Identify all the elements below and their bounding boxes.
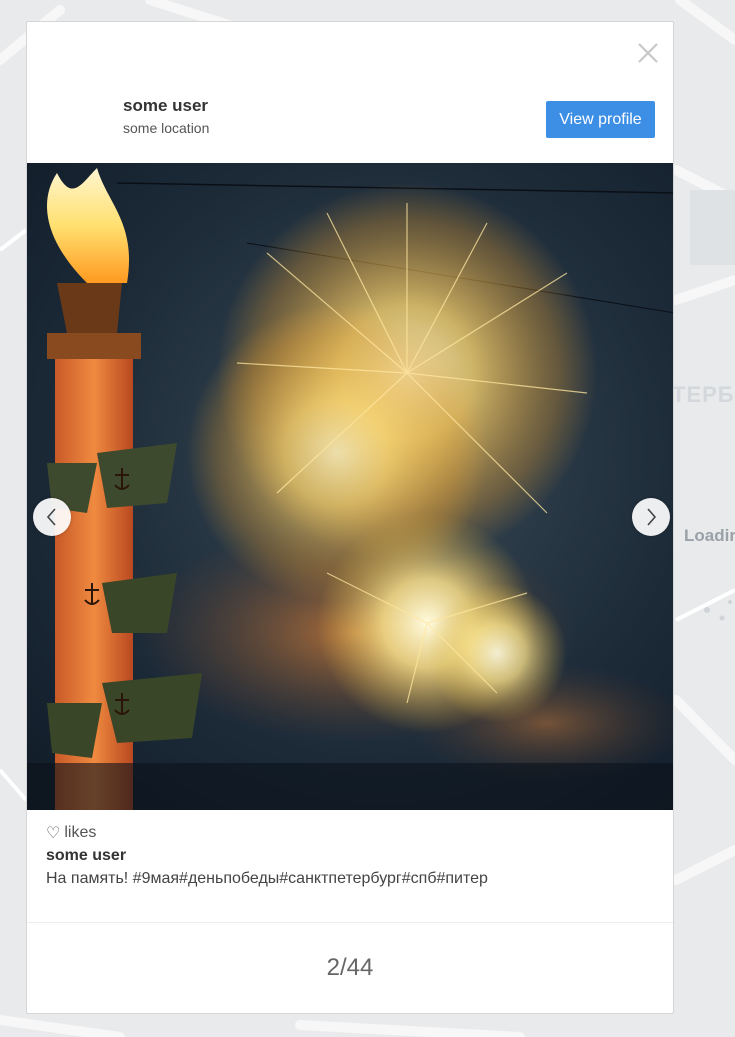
loading-indicator-text: Loadir [684, 526, 735, 545]
likes-row[interactable]: ♡ likes [46, 823, 96, 843]
caption-text: На память! #9мая#деньпобеды#санктпетербу… [46, 870, 488, 887]
chevron-right-icon [647, 508, 657, 526]
avatar[interactable] [49, 95, 111, 157]
likes-label: likes [64, 824, 97, 841]
photo-modal: some user some location View profile ♡ l… [26, 21, 674, 1014]
previous-photo-button[interactable] [33, 498, 71, 536]
heart-icon: ♡ [46, 825, 61, 842]
next-photo-button[interactable] [632, 498, 670, 536]
caption-user-name[interactable]: some user [46, 847, 126, 865]
fireworks-photo [27, 163, 673, 810]
post-header: some user some location View profile [27, 22, 673, 163]
chevron-left-icon [46, 508, 56, 526]
post-photo [27, 163, 673, 810]
map-place-label: ТЕРБ [672, 382, 735, 407]
photo-counter: 2/44 [326, 954, 374, 981]
user-name[interactable]: some user [123, 96, 208, 116]
user-location[interactable]: some location [123, 120, 209, 136]
divider [27, 922, 673, 923]
view-profile-button[interactable]: View profile [546, 101, 655, 138]
